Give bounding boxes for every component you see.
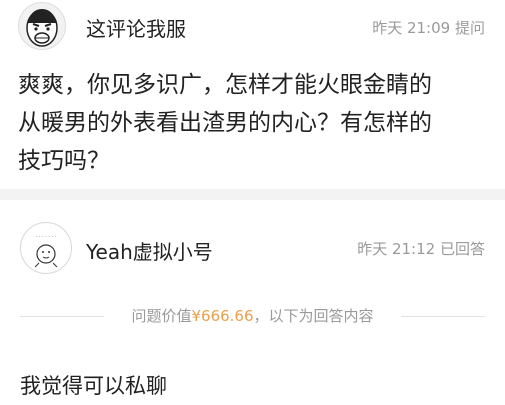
answer-text: 我觉得可以私聊 <box>20 374 167 398</box>
question-text-line: 爽爽，你见多识广，怎样才能火眼金睛的 <box>18 72 432 98</box>
answer-time: 昨天 21:12 已回答 <box>357 238 485 259</box>
question-time: 昨天 21:09 提问 <box>372 17 485 38</box>
price-prefix: 问题价值 <box>131 307 192 325</box>
answer-card: . . . . . . . Yeah虚拟小号 昨天 21:12 已回答 问题价值… <box>0 200 505 405</box>
answer-username[interactable]: Yeah虚拟小号 <box>86 236 213 265</box>
cartoon-character-avatar-icon[interactable]: . . . . . . . <box>20 222 72 274</box>
section-divider <box>0 189 505 200</box>
price-suffix: ，以下为回答内容 <box>253 307 374 325</box>
question-price-row: 问题价值¥666.66，以下为回答内容 <box>0 304 505 328</box>
answer-action-label: 已回答 <box>439 240 485 258</box>
price-amount: ¥666.66 <box>191 307 254 325</box>
rage-face-avatar-icon[interactable] <box>18 2 66 50</box>
question-header: 这评论我服 昨天 21:09 提问 <box>0 0 505 58</box>
question-text-line: 技巧吗？ <box>18 148 110 174</box>
question-text: 爽爽，你见多识广，怎样才能火眼金睛的 从暖男的外表看出渣男的内心？有怎样的 技巧… <box>18 66 488 180</box>
question-action-label: 提问 <box>454 19 485 37</box>
question-timestamp: 昨天 21:09 <box>372 19 451 37</box>
question-text-line: 从暖男的外表看出渣男的内心？有怎样的 <box>18 110 432 136</box>
question-username[interactable]: 这评论我服 <box>86 13 186 42</box>
avatar-caption-icon: . . . . . . . <box>35 233 57 239</box>
price-text: 问题价值¥666.66，以下为回答内容 <box>0 305 505 326</box>
answer-timestamp: 昨天 21:12 <box>357 240 436 258</box>
